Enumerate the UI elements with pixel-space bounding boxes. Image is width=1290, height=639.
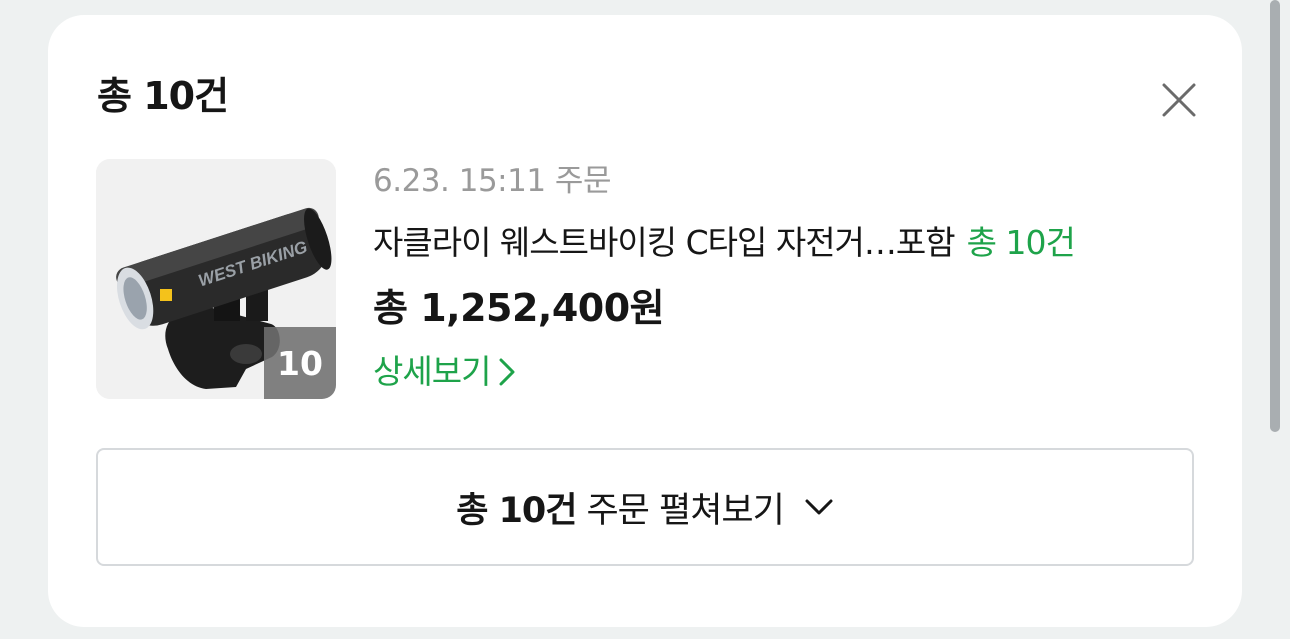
expand-count-label: 총 10건 bbox=[456, 490, 577, 531]
product-name-text: 자클라이 웨스트바이킹 C타입 자전거…포함 bbox=[373, 223, 956, 262]
product-count: 총 10건 bbox=[966, 223, 1076, 262]
scrollbar[interactable] bbox=[1270, 0, 1280, 432]
chevron-down-icon bbox=[805, 499, 833, 515]
order-date: 6.23. 15:11 주문 bbox=[373, 163, 611, 199]
expand-orders-button[interactable]: 총 10건 주문 펼쳐보기 bbox=[96, 448, 1194, 566]
order-card: 총 10건 WEST BIKING 10 6.23. 15:11 주문 자클라이… bbox=[48, 15, 1242, 627]
close-button[interactable] bbox=[1160, 81, 1198, 119]
chevron-right-icon bbox=[499, 358, 515, 386]
card-title: 총 10건 bbox=[97, 74, 229, 118]
page: 총 10건 WEST BIKING 10 6.23. 15:11 주문 자클라이… bbox=[0, 0, 1290, 639]
thumbnail-count-badge: 10 bbox=[264, 327, 336, 399]
expand-label: 주문 펼쳐보기 bbox=[586, 490, 784, 531]
detail-link[interactable]: 상세보기 bbox=[373, 350, 516, 394]
product-thumbnail[interactable]: WEST BIKING 10 bbox=[96, 159, 336, 399]
order-total: 총 1,252,400원 bbox=[373, 286, 665, 330]
detail-link-label: 상세보기 bbox=[373, 352, 491, 391]
close-icon bbox=[1162, 83, 1196, 117]
product-name: 자클라이 웨스트바이킹 C타입 자전거…포함 총 10건 bbox=[373, 221, 1076, 265]
